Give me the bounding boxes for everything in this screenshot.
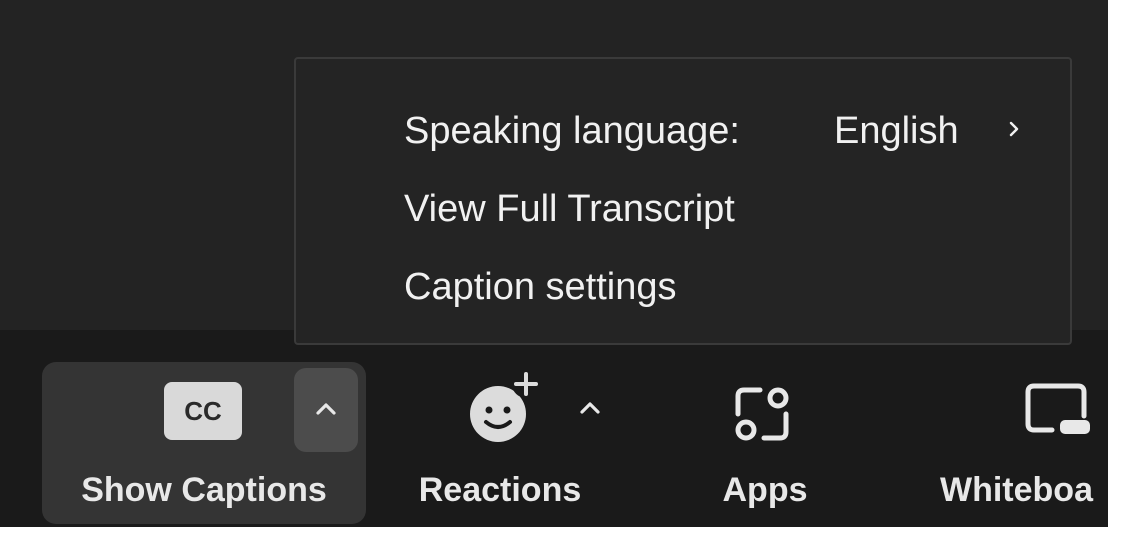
- chevron-up-icon: [316, 403, 336, 415]
- speaking-language-value: English: [834, 109, 959, 152]
- apps-button[interactable]: Apps: [680, 362, 850, 524]
- smiley-plus-icon: [470, 370, 540, 442]
- speaking-language-label: Speaking language:: [404, 109, 740, 152]
- reactions-label: Reactions: [418, 471, 582, 509]
- bottom-edge: [0, 527, 1108, 537]
- show-captions-label: Show Captions: [81, 471, 327, 509]
- caption-settings-label: Caption settings: [404, 265, 677, 308]
- show-captions-button[interactable]: CC Show Captions: [42, 362, 366, 524]
- meeting-window: Speaking language: English View Full Tra…: [0, 0, 1108, 537]
- cc-icon: CC: [164, 382, 242, 440]
- whiteboard-icon: [1025, 383, 1090, 434]
- view-full-transcript-label: View Full Transcript: [404, 187, 735, 230]
- menu-item-view-full-transcript[interactable]: View Full Transcript: [404, 177, 1030, 241]
- whiteboard-button[interactable]: Whiteboa: [930, 362, 1108, 524]
- reactions-options-chevron-icon[interactable]: [578, 400, 602, 416]
- chevron-right-icon: [1009, 121, 1019, 137]
- apps-icon: [735, 387, 789, 441]
- whiteboard-label: Whiteboa: [940, 471, 1093, 509]
- reactions-button[interactable]: Reactions: [400, 362, 600, 524]
- captions-options-button[interactable]: [294, 368, 358, 452]
- menu-item-speaking-language[interactable]: Speaking language: English: [404, 99, 1030, 163]
- apps-label: Apps: [722, 471, 808, 509]
- captions-menu: Speaking language: English View Full Tra…: [294, 57, 1072, 345]
- menu-item-caption-settings[interactable]: Caption settings: [404, 255, 1030, 319]
